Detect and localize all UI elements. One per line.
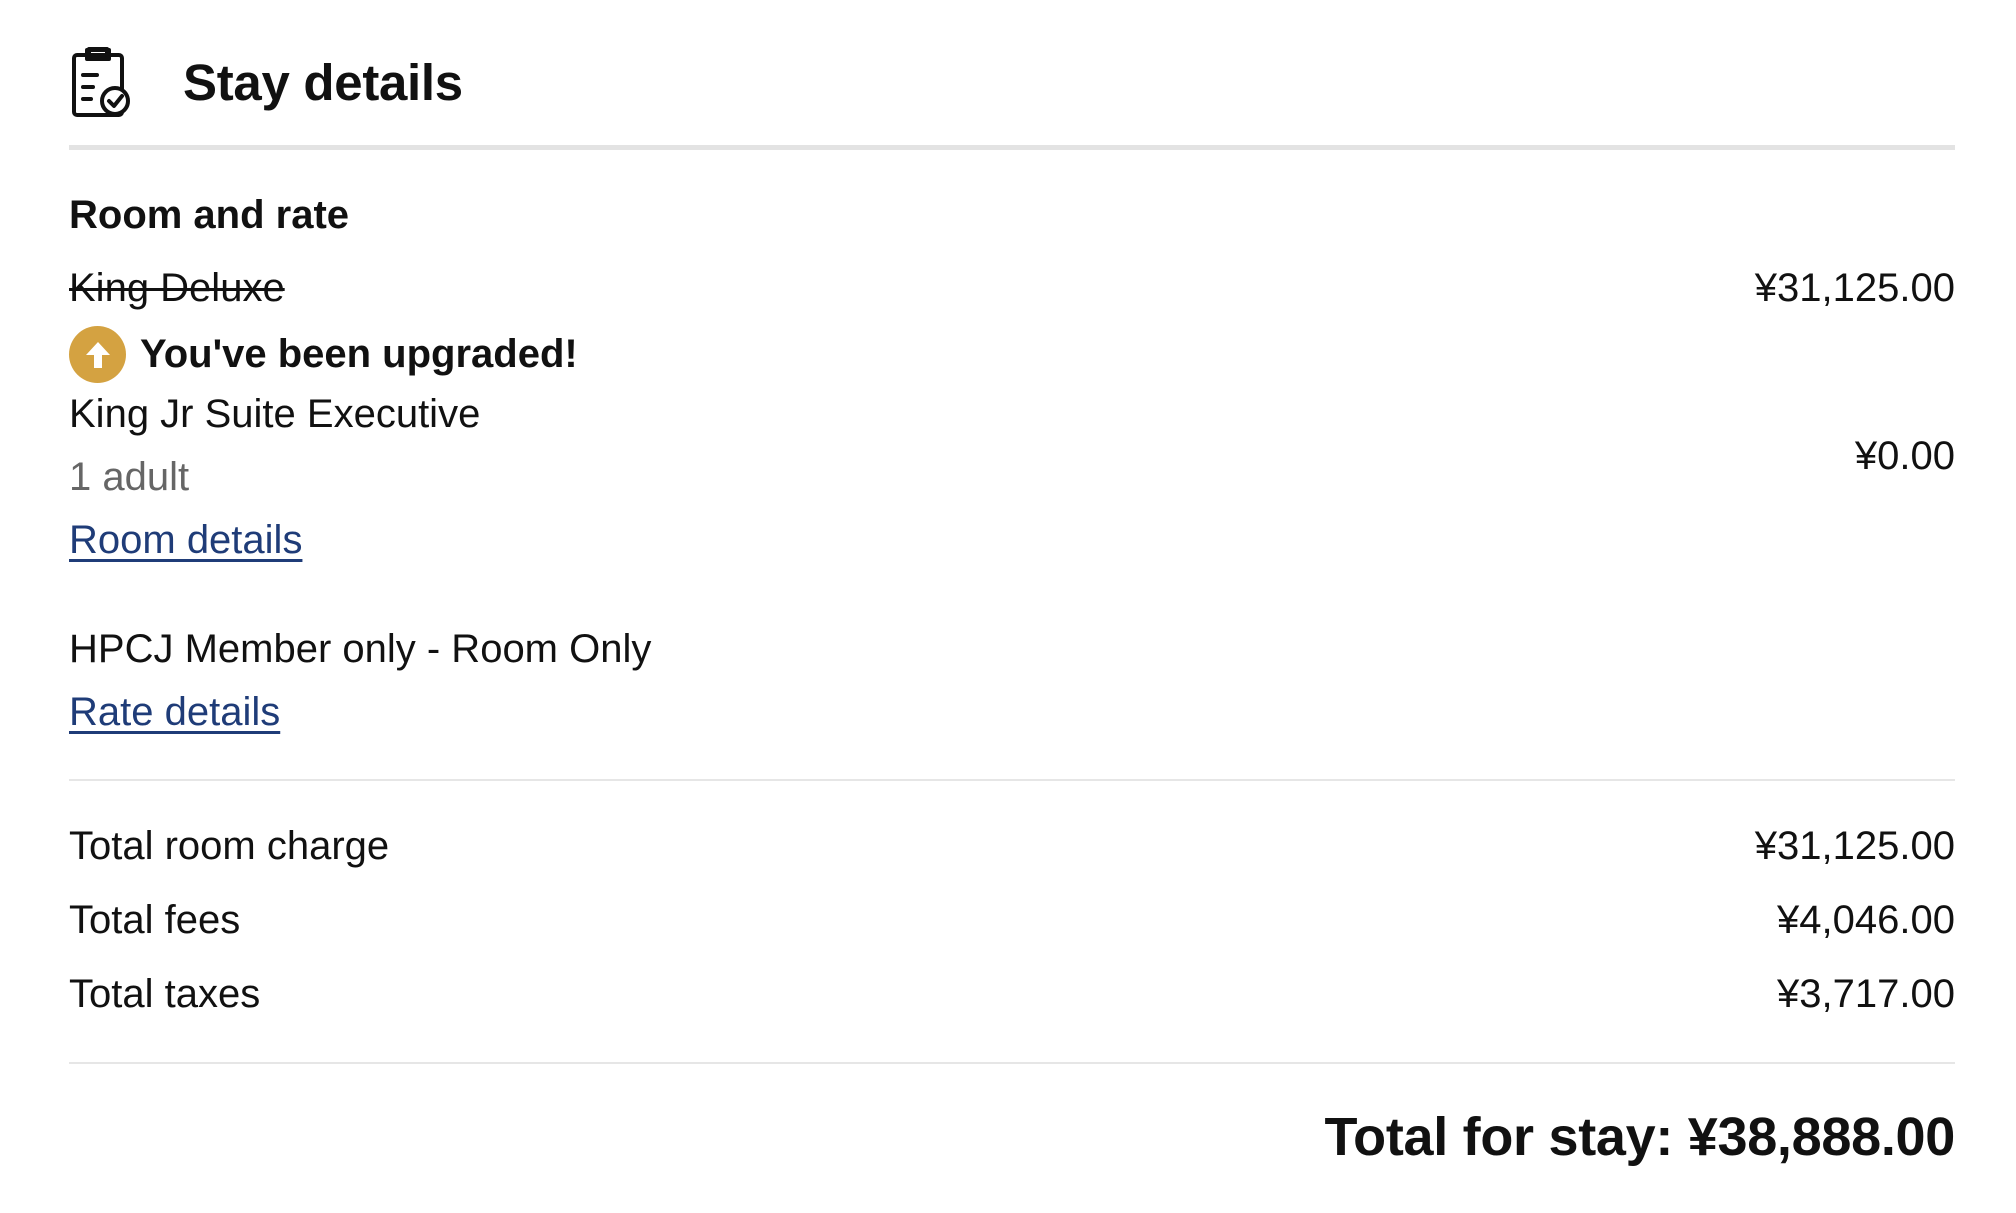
taxes-value: ¥3,717.00 xyxy=(1777,972,1955,1016)
upgrade-message: You've been upgraded! xyxy=(140,332,578,376)
summary-divider xyxy=(69,779,1955,781)
original-room-row: King Deluxe ¥31,125.00 xyxy=(69,266,1955,311)
stay-details-panel: Stay details Room and rate King Deluxe ¥… xyxy=(69,0,1955,1213)
guest-count: 1 adult xyxy=(69,455,190,499)
original-room-price: ¥31,125.00 xyxy=(1754,266,1955,310)
guest-count-row: 1 adult xyxy=(69,455,1955,500)
room-details-link[interactable]: Room details xyxy=(69,518,302,562)
taxes-label: Total taxes xyxy=(69,972,261,1016)
rate-name: HPCJ Member only - Room Only xyxy=(69,627,652,671)
upgraded-room-name: King Jr Suite Executive xyxy=(69,392,481,436)
header-divider xyxy=(69,145,1955,150)
room-charge-row: Total room charge ¥31,125.00 xyxy=(69,824,1955,869)
total-divider xyxy=(69,1062,1955,1064)
arrow-up-icon xyxy=(69,326,126,383)
room-charge-label: Total room charge xyxy=(69,824,390,868)
taxes-row: Total taxes ¥3,717.00 xyxy=(69,972,1955,1017)
clipboard-check-icon xyxy=(69,42,141,122)
page-title: Stay details xyxy=(183,53,463,111)
rate-details-link[interactable]: Rate details xyxy=(69,690,280,734)
room-charge-value: ¥31,125.00 xyxy=(1754,824,1955,868)
room-and-rate-heading: Room and rate xyxy=(69,193,350,237)
fees-label: Total fees xyxy=(69,898,241,942)
upgraded-room-name-row: King Jr Suite Executive xyxy=(69,392,1955,437)
original-room-name: King Deluxe xyxy=(69,266,285,310)
rate-details-row: Rate details xyxy=(69,690,1955,735)
room-details-row: Room details xyxy=(69,518,1955,563)
stay-details-header: Stay details xyxy=(69,42,1955,122)
total-for-stay: Total for stay: ¥38,888.00 xyxy=(1324,1107,1956,1167)
upgrade-notice: You've been upgraded! xyxy=(69,326,578,383)
fees-row: Total fees ¥4,046.00 xyxy=(69,898,1955,943)
fees-value: ¥4,046.00 xyxy=(1777,898,1955,942)
rate-name-row: HPCJ Member only - Room Only xyxy=(69,627,1955,672)
